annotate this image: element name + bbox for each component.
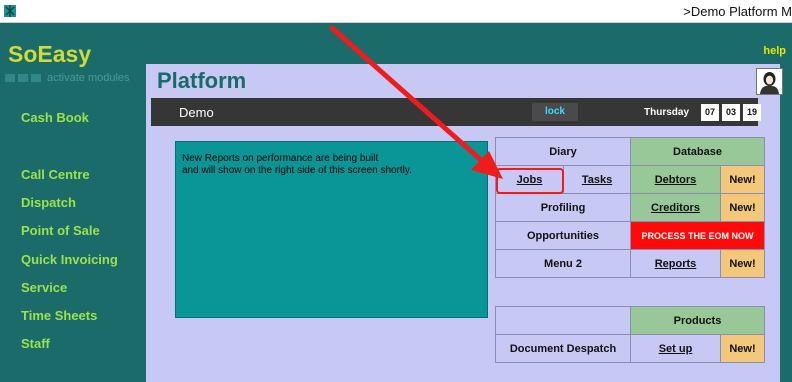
tasks-label: Tasks xyxy=(581,173,613,186)
document-despatch-button[interactable]: Document Despatch xyxy=(495,334,631,363)
date-year: 19 xyxy=(743,104,761,121)
setup-new-badge[interactable]: New! xyxy=(720,334,765,363)
diary-label: Diary xyxy=(549,145,577,158)
opportunities-button[interactable]: Opportunities xyxy=(495,221,631,250)
module-square xyxy=(18,74,28,82)
debtors-button[interactable]: Debtors xyxy=(630,165,721,194)
module-square xyxy=(31,74,41,82)
date-month: 03 xyxy=(722,104,740,121)
creditors-new-badge[interactable]: New! xyxy=(720,193,765,222)
setup-label: Set up xyxy=(658,342,693,355)
info-bar: Demo lock Thursday 07 03 19 xyxy=(151,98,761,126)
activate-modules-link[interactable]: activate modules xyxy=(47,72,130,84)
debtors-new-badge[interactable]: New! xyxy=(720,165,765,194)
profiling-button[interactable]: Profiling xyxy=(495,193,631,222)
new-label: New! xyxy=(729,342,756,355)
tasks-button[interactable]: Tasks xyxy=(563,165,631,194)
app-icon xyxy=(4,5,16,17)
creditors-button[interactable]: Creditors xyxy=(630,193,721,222)
sidebar-item-cash-book[interactable]: Cash Book xyxy=(21,110,89,125)
document-despatch-label: Document Despatch xyxy=(509,342,617,355)
sidebar: SoEasy activate modules Cash Book Call C… xyxy=(0,23,146,382)
setup-button[interactable]: Set up xyxy=(630,334,721,363)
day-label: Thursday xyxy=(644,107,690,118)
diary-button[interactable]: Diary xyxy=(495,137,631,166)
jobs-button[interactable]: Jobs xyxy=(495,165,564,194)
creditors-label: Creditors xyxy=(651,201,700,214)
window-titlebar: >Demo Platform M xyxy=(0,0,792,23)
module-square xyxy=(5,74,15,82)
app-logo: SoEasy xyxy=(8,41,92,67)
database-button[interactable]: Database xyxy=(630,137,765,166)
help-link[interactable]: help xyxy=(763,45,786,57)
date-day: 07 xyxy=(701,104,719,121)
lock-button[interactable]: lock xyxy=(532,103,578,121)
menu-2-label: Menu 2 xyxy=(544,257,582,270)
process-eom-button[interactable]: PROCESS THE EOM NOW xyxy=(630,221,765,250)
sidebar-item-service[interactable]: Service xyxy=(21,280,67,295)
process-eom-label: PROCESS THE EOM NOW xyxy=(641,230,754,241)
new-label: New! xyxy=(729,173,756,186)
avatar[interactable] xyxy=(756,68,783,95)
reports-message-line: and will show on the right side of this … xyxy=(182,165,412,176)
new-label: New! xyxy=(729,257,756,270)
sidebar-item-point-of-sale[interactable]: Point of Sale xyxy=(21,223,100,238)
sidebar-item-call-centre[interactable]: Call Centre xyxy=(21,167,90,182)
window-title: >Demo Platform M xyxy=(683,4,792,19)
menu-2-button[interactable]: Menu 2 xyxy=(495,249,631,278)
sidebar-item-quick-invoicing[interactable]: Quick Invoicing xyxy=(21,252,118,267)
main-panel: Platform Demo lock Thursday 07 03 19 New… xyxy=(146,64,783,382)
opportunities-label: Opportunities xyxy=(526,229,600,242)
debtors-label: Debtors xyxy=(654,173,697,186)
reports-message-line: New Reports on performance are being bui… xyxy=(182,153,379,164)
reports-message: New Reports on performance are being bui… xyxy=(182,153,472,177)
products-button[interactable]: Products xyxy=(630,306,765,335)
reports-button[interactable]: Reports xyxy=(630,249,721,278)
database-label: Database xyxy=(673,145,722,158)
jobs-label: Jobs xyxy=(516,173,543,186)
reports-panel: New Reports on performance are being bui… xyxy=(175,141,488,318)
products-label: Products xyxy=(673,314,722,327)
main-menu-grid: Diary Database Jobs Tasks Debtors New! P… xyxy=(495,137,765,278)
reports-new-badge[interactable]: New! xyxy=(720,249,765,278)
profiling-label: Profiling xyxy=(540,201,586,214)
sidebar-item-time-sheets[interactable]: Time Sheets xyxy=(21,308,97,323)
new-label: New! xyxy=(729,201,756,214)
reports-label: Reports xyxy=(654,257,697,270)
secondary-menu-grid: Products Document Despatch Set up New! xyxy=(495,306,765,363)
page-title: Platform xyxy=(157,68,247,93)
empty-cell xyxy=(495,306,631,335)
company-name: Demo xyxy=(179,105,214,120)
user-avatar-icon xyxy=(760,72,779,94)
sidebar-item-staff[interactable]: Staff xyxy=(21,336,50,351)
sidebar-item-dispatch[interactable]: Dispatch xyxy=(21,195,76,210)
